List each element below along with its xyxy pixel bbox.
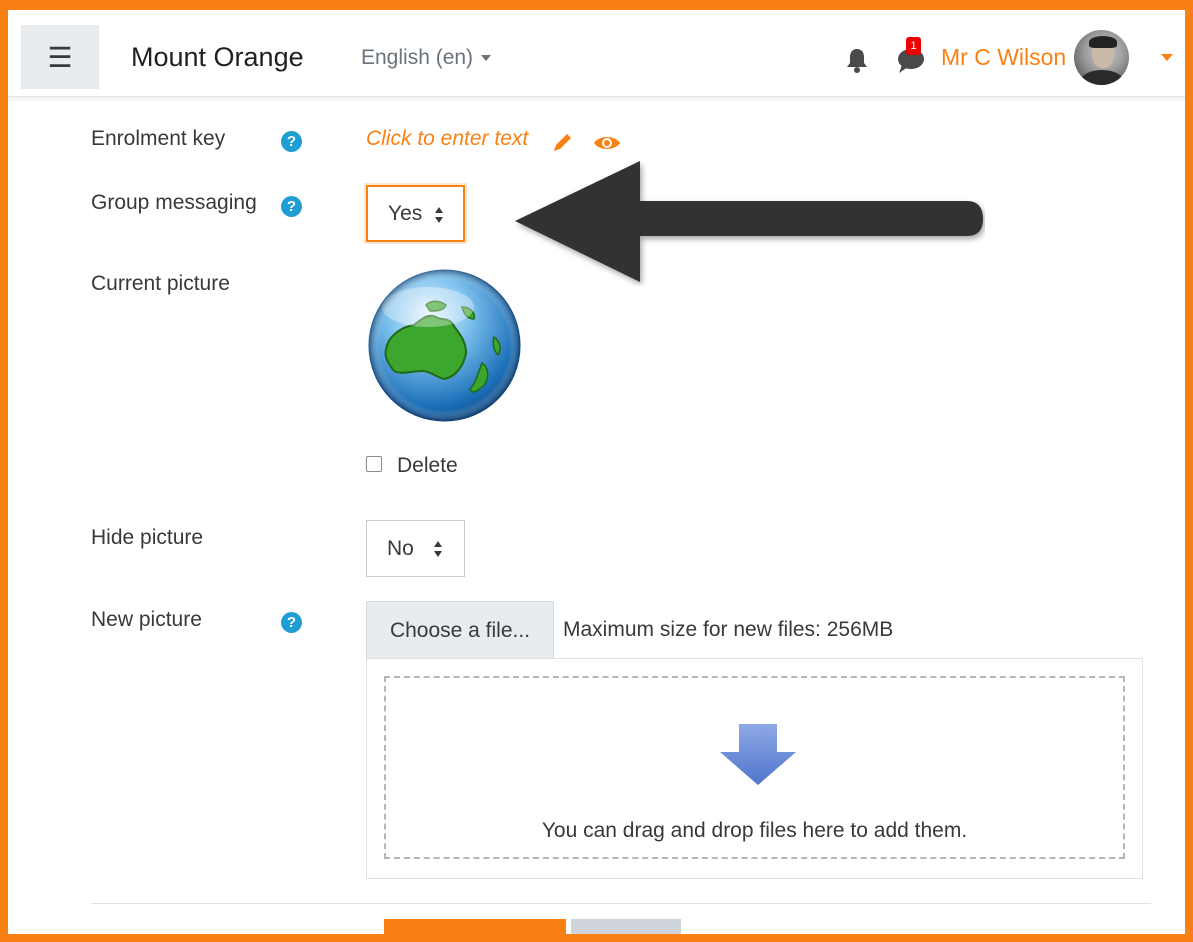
download-arrow-icon xyxy=(720,724,796,785)
drop-instructions: You can drag and drop files here to add … xyxy=(541,819,968,842)
select-arrows-icon xyxy=(435,207,443,223)
bell-icon[interactable] xyxy=(846,47,868,73)
group-messaging-value: Yes xyxy=(388,201,423,225)
caret-down-icon xyxy=(481,55,492,62)
save-changes-button[interactable] xyxy=(384,919,566,934)
eye-icon[interactable] xyxy=(593,134,621,152)
user-name[interactable]: Mr C Wilson xyxy=(941,44,1066,71)
delete-picture-label[interactable]: Delete xyxy=(397,454,458,478)
browser-frame: ☰ Mount Orange English (en) 1 Mr C Wilso… xyxy=(0,0,1193,942)
hide-picture-value: No xyxy=(387,536,414,560)
site-name[interactable]: Mount Orange xyxy=(131,42,304,73)
current-picture-label: Current picture xyxy=(91,272,230,295)
file-drop-zone[interactable]: You can drag and drop files here to add … xyxy=(366,658,1143,879)
select-arrows-icon xyxy=(434,541,442,557)
new-picture-label: New picture xyxy=(91,608,202,631)
message-count-badge: 1 xyxy=(906,37,921,55)
annotation-arrow-icon xyxy=(515,161,983,282)
language-menu[interactable]: English (en) xyxy=(361,46,492,70)
max-file-size-text: Maximum size for new files: 256MB xyxy=(563,618,894,641)
choose-file-button[interactable]: Choose a file... xyxy=(366,601,554,660)
form-divider xyxy=(91,903,1151,904)
pencil-icon[interactable] xyxy=(552,131,574,153)
help-icon[interactable]: ? xyxy=(281,196,302,217)
navbar: ☰ Mount Orange English (en) 1 Mr C Wilso… xyxy=(8,10,1185,97)
hamburger-icon: ☰ xyxy=(47,41,73,73)
enrolment-key-input[interactable]: Click to enter text xyxy=(366,127,528,151)
group-messaging-select[interactable]: Yes xyxy=(366,185,465,242)
hide-picture-label: Hide picture xyxy=(91,526,204,549)
avatar[interactable] xyxy=(1074,30,1129,85)
file-drop-area[interactable]: You can drag and drop files here to add … xyxy=(384,676,1125,859)
language-label: English (en) xyxy=(361,46,474,69)
delete-picture-checkbox[interactable] xyxy=(366,456,382,472)
help-icon[interactable]: ? xyxy=(281,612,302,633)
hide-picture-select[interactable]: No xyxy=(366,520,465,577)
enrolment-key-label: Enrolment key xyxy=(91,127,226,150)
menu-toggle-button[interactable]: ☰ xyxy=(21,25,99,89)
group-picture-image xyxy=(368,269,521,422)
user-menu-caret-icon[interactable] xyxy=(1161,54,1173,61)
group-messaging-label: Group messaging xyxy=(91,191,257,214)
cancel-button[interactable] xyxy=(571,919,681,934)
help-icon[interactable]: ? xyxy=(281,131,302,152)
